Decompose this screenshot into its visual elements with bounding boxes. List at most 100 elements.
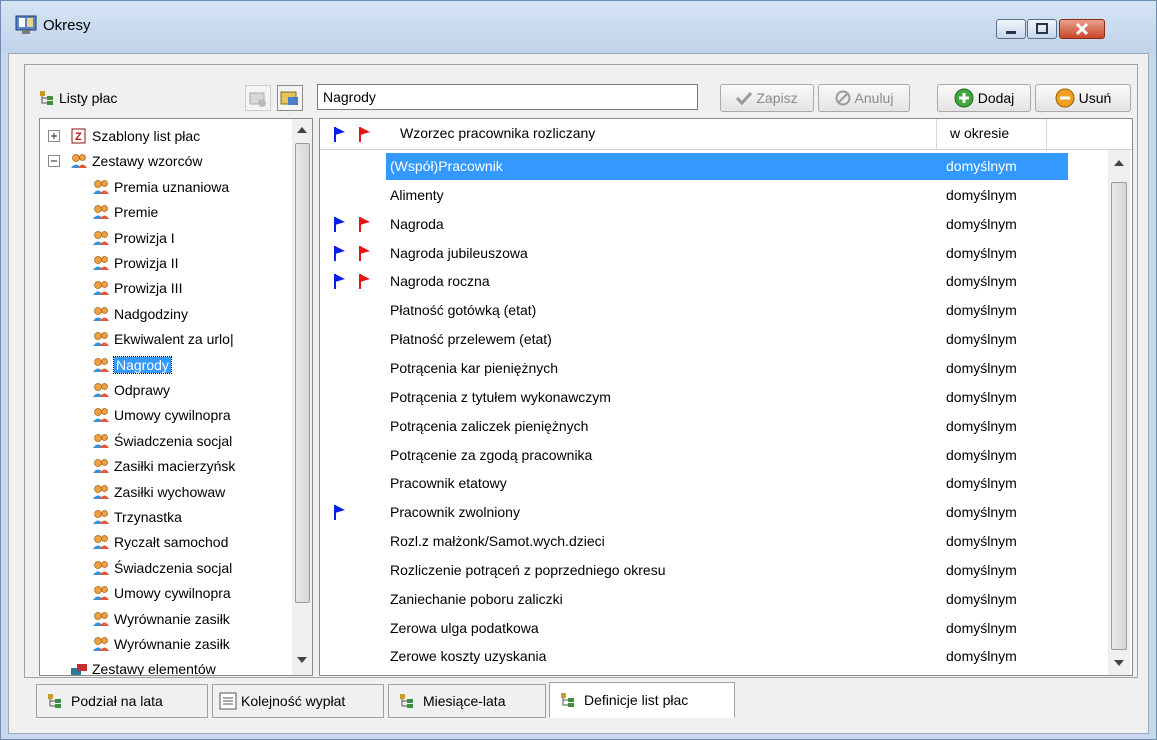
- tree-item-label: Wyrównanie zasiłk: [114, 610, 230, 627]
- table-row[interactable]: Pracownik zwolniony domyślnym: [320, 498, 1110, 527]
- folder-options-button[interactable]: [277, 85, 303, 111]
- row-pattern-name: Pracownik zwolniony: [390, 504, 520, 521]
- tree-item[interactable]: Nagrody: [92, 352, 172, 378]
- tree-item[interactable]: Umowy cywilnopra: [92, 402, 231, 428]
- grid-scrollbar[interactable]: [1108, 150, 1130, 675]
- row-period: domyślnym: [946, 331, 1017, 348]
- tab-podzial-na-lata[interactable]: Podział na lata: [36, 684, 208, 718]
- tree-item-label: Szablony list płac: [92, 128, 201, 144]
- folder-icon: [280, 91, 298, 105]
- tree-item[interactable]: Zasiłki macierzyńsk: [92, 453, 235, 479]
- table-row[interactable]: Nagroda domyślnym: [320, 210, 1110, 239]
- table-row[interactable]: Potrącenie za zgodą pracownika domyślnym: [320, 441, 1110, 470]
- table-row[interactable]: Zaniechanie poboru zaliczki domyślnym: [320, 585, 1110, 614]
- tree-item[interactable]: Ekwiwalent za urlo|: [92, 326, 234, 352]
- row-period: domyślnym: [946, 186, 1017, 203]
- tree-item[interactable]: Umowy cywilnopra: [92, 580, 231, 606]
- patterns-grid[interactable]: Wzorzec pracownika rozliczany w okresie …: [319, 118, 1133, 676]
- table-row[interactable]: Rozliczenie potrąceń z poprzedniego okre…: [320, 556, 1110, 585]
- scroll-down-icon[interactable]: [297, 657, 307, 663]
- tree-item[interactable]: Wyrównanie zasiłk: [92, 631, 230, 657]
- tree-item[interactable]: Premia uznaniowa: [92, 174, 229, 200]
- tree-item[interactable]: Wyrównanie zasiłk: [92, 606, 230, 632]
- row-period: domyślnym: [946, 533, 1017, 550]
- tab-definicje-list-plac[interactable]: Definicje list płac: [549, 682, 735, 718]
- scroll-down-icon[interactable]: [1114, 660, 1124, 666]
- column-header-pattern[interactable]: Wzorzec pracownika rozliczany: [400, 125, 595, 141]
- save-button[interactable]: Zapisz: [720, 84, 814, 112]
- delete-label: Usuń: [1078, 90, 1112, 106]
- row-pattern-name: Płatność przelewem (etat): [390, 331, 552, 348]
- tree-item-label: Zasiłki wychowaw: [114, 483, 226, 500]
- tree-item[interactable]: Odprawy: [92, 377, 170, 403]
- expand-icon[interactable]: [48, 130, 60, 142]
- tree-item[interactable]: Prowizja I: [92, 225, 175, 251]
- tree-scrollbar[interactable]: [292, 119, 312, 675]
- table-row[interactable]: Rozl.z małżonk/Samot.wych.dzieci domyślny…: [320, 527, 1110, 556]
- close-icon: [1075, 22, 1089, 36]
- add-button[interactable]: Dodaj: [937, 84, 1031, 112]
- maximize-button[interactable]: [1027, 19, 1057, 39]
- table-row[interactable]: Potrącenia z tytułem wykonawczym domyślny…: [320, 383, 1110, 412]
- table-row[interactable]: Pracownik etatowy domyślnym: [320, 469, 1110, 498]
- tree-item[interactable]: Nadgodziny: [92, 301, 188, 327]
- tab-miesiace-lata[interactable]: Miesiące-lata: [388, 684, 546, 718]
- cancel-button[interactable]: Anuluj: [818, 84, 910, 112]
- title-bar[interactable]: Okresy: [1, 1, 1156, 53]
- tree-item-label: Umowy cywilnopra: [114, 407, 231, 424]
- tree-item-label: Ryczałt samochod: [114, 534, 229, 551]
- tree-item[interactable]: Ryczałt samochod: [92, 529, 228, 555]
- row-pattern-name: Rozliczenie potrąceń z poprzedniego okre…: [390, 561, 666, 578]
- name-input[interactable]: [317, 84, 698, 110]
- minimize-button[interactable]: [996, 19, 1026, 39]
- table-row[interactable]: Zerowe koszty uzyskania domyślnym: [320, 642, 1110, 671]
- add-folder-button[interactable]: [245, 85, 271, 111]
- collapse-icon[interactable]: [48, 155, 60, 168]
- tree-item[interactable]: Zestawy wzorców: [48, 148, 202, 174]
- tree-item[interactable]: Zestawy elementów: [48, 656, 216, 675]
- row-period: domyślnym: [946, 446, 1017, 463]
- tree-icon: [400, 694, 413, 708]
- tree-item[interactable]: Trzynastka: [92, 504, 182, 530]
- add-label: Dodaj: [977, 90, 1015, 106]
- table-row[interactable]: Potrącenia zaliczek pieniężnych domyślnym: [320, 412, 1110, 441]
- tab-kolejnosc-wyplat[interactable]: Kolejność wypłat: [212, 684, 384, 718]
- table-row[interactable]: Zerowa ulga podatkowa domyślnym: [320, 614, 1110, 643]
- tree-item[interactable]: Premie: [92, 199, 158, 225]
- row-pattern-name: Alimenty: [390, 186, 444, 203]
- cancel-label: Anuluj: [854, 90, 894, 106]
- blue-flag-icon: [334, 274, 345, 290]
- tree-item[interactable]: Z Szablony list płac: [48, 123, 200, 149]
- tree-item[interactable]: Zasiłki wychowaw: [92, 479, 225, 505]
- tree-item[interactable]: Prowizja III: [92, 275, 182, 301]
- scroll-up-icon[interactable]: [1114, 160, 1124, 166]
- grid-scroll-thumb[interactable]: [1111, 182, 1127, 650]
- table-row[interactable]: (Współ)Pracownik domyślnym: [320, 152, 1110, 181]
- people-icon: [93, 281, 109, 296]
- table-row[interactable]: Płatność gotówką (etat) domyślnym: [320, 296, 1110, 325]
- table-row[interactable]: Płatność przelewem (etat) domyślnym: [320, 325, 1110, 354]
- table-row[interactable]: Potrącenia kar pieniężnych domyślnym: [320, 354, 1110, 383]
- tree-icon: [40, 91, 53, 105]
- pay-list-tree[interactable]: Z Szablony list płac Zestawy wzorców Premia…: [39, 118, 313, 676]
- table-row[interactable]: Nagroda roczna domyślnym: [320, 267, 1110, 296]
- close-button[interactable]: [1059, 19, 1105, 39]
- tree-item[interactable]: Prowizja II: [92, 250, 179, 276]
- column-header-period[interactable]: w okresie: [950, 125, 1009, 141]
- tree-item-label: Premie: [114, 204, 159, 221]
- row-period: domyślnym: [946, 619, 1017, 636]
- tree-scroll-thumb[interactable]: [295, 143, 310, 603]
- delete-button[interactable]: Usuń: [1035, 84, 1131, 112]
- tree-item[interactable]: Świadczenia socjal: [92, 555, 232, 581]
- plus-icon: [954, 88, 974, 108]
- table-row[interactable]: Nagroda jubileuszowa domyślnym: [320, 239, 1110, 268]
- row-period: domyślnym: [946, 648, 1017, 665]
- tree-item-label: Nadgodziny: [114, 305, 188, 322]
- tree-icon: [48, 694, 61, 708]
- row-pattern-name: (Współ)Pracownik: [390, 158, 503, 174]
- scroll-up-icon[interactable]: [297, 127, 307, 133]
- row-pattern-name: Nagroda jubileuszowa: [390, 244, 528, 261]
- table-row[interactable]: Alimenty domyślnym: [320, 181, 1110, 210]
- people-icon: [93, 560, 109, 575]
- tree-item[interactable]: Świadczenia socjal: [92, 428, 232, 454]
